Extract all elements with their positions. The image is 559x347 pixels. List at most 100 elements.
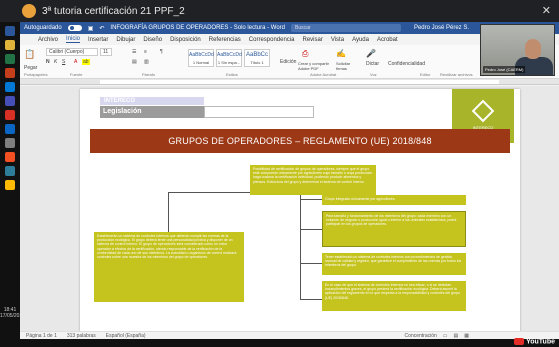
meeting-app-icon — [22, 4, 36, 18]
edge-icon[interactable] — [5, 124, 15, 134]
tab-vista[interactable]: Vista — [331, 37, 344, 43]
close-icon[interactable]: ✕ — [542, 4, 551, 17]
font-size-select[interactable]: 11 — [100, 48, 112, 56]
style-preview: AaBbCc — [245, 52, 268, 58]
group-label: Adobe Acrobat — [310, 72, 337, 77]
font-name-select[interactable]: Calibri (Cuerpo) — [46, 48, 98, 56]
control-system-box: Establecerán un sistema de controles int… — [94, 232, 244, 302]
language-status[interactable]: Español (España) — [106, 333, 146, 339]
word-title-bar: Autoguardado ▣ ↶ INFOGRAFÍA GRUPOS DE OP… — [20, 22, 559, 34]
numbering-button[interactable]: ≡ — [144, 49, 147, 55]
paste-icon[interactable]: 📋 — [24, 49, 35, 60]
tab-ayuda[interactable]: Ayuda — [352, 37, 369, 43]
ruler-track — [100, 80, 499, 84]
clock-date: 17/05/2021 — [0, 313, 26, 319]
align-left-button[interactable]: ▤ — [132, 59, 137, 65]
presenter-name: Pedro José (CAERM) — [483, 66, 526, 73]
tab-inicio[interactable]: Inicio — [66, 36, 81, 43]
print-layout-icon[interactable]: ▤ — [454, 333, 459, 339]
app-icon[interactable] — [5, 152, 15, 162]
group-label: Fuente — [70, 72, 83, 77]
tab-correspondencia[interactable]: Correspondencia — [249, 37, 295, 43]
autosave-toggle[interactable] — [67, 25, 82, 31]
connector-line — [300, 263, 322, 264]
ribbon-tabs: Archivo Inicio Insertar Dibujar Diseño D… — [20, 34, 559, 45]
group-label: Párrafo — [142, 72, 156, 77]
document-page[interactable]: INTERECO Legislación INTERECO GRUPOS DE … — [80, 89, 520, 331]
group-label: Reutilizar archivos — [440, 72, 473, 77]
outlook-icon[interactable] — [5, 82, 15, 92]
requirement-box: Tener establecido un sistema de controle… — [322, 253, 466, 275]
dictate-button[interactable]: Dictar — [366, 61, 379, 67]
bullets-button[interactable]: ☰ — [132, 49, 136, 55]
user-name[interactable]: Pedro José Pérez S. — [414, 25, 469, 31]
youtube-icon — [514, 337, 525, 345]
settings-icon[interactable] — [5, 138, 15, 148]
tab-referencias[interactable]: Referencias — [209, 37, 241, 43]
bold-button[interactable]: N — [46, 59, 50, 65]
search-input[interactable]: Buscar — [291, 24, 402, 32]
document-area[interactable]: INTERECO Legislación INTERECO GRUPOS DE … — [20, 86, 559, 331]
font-color-button[interactable]: A — [74, 59, 77, 65]
sort-button[interactable]: ¶ — [160, 49, 163, 55]
presenter-head — [525, 39, 541, 59]
style-sin-espaciado[interactable]: AaBbCcDd 1 Sin espa... — [216, 49, 242, 67]
undo-icon[interactable]: ↶ — [99, 25, 104, 32]
save-icon[interactable]: ▣ — [88, 25, 94, 32]
section-heading-box — [204, 106, 314, 118]
tab-insertar[interactable]: Insertar — [88, 37, 108, 43]
read-mode-icon[interactable]: ▭ — [443, 333, 448, 339]
pdf-icon: ⎙ — [302, 49, 309, 58]
tab-disposicion[interactable]: Disposición — [170, 37, 201, 43]
logo-mark-icon — [471, 99, 495, 123]
underline-button[interactable]: S — [62, 59, 65, 65]
ribbon: 📋 Pegar Calibri (Cuerpo) 11 N K S A ab ☰… — [20, 45, 559, 79]
doc-title: INFOGRAFÍA GRUPOS DE OPERADORES - Solo l… — [110, 25, 286, 31]
autosave-label: Autoguardado — [24, 25, 62, 31]
tab-diseno[interactable]: Diseño — [143, 37, 162, 43]
ruler[interactable] — [20, 79, 559, 85]
edit-button[interactable]: Edición — [280, 59, 296, 65]
connector-line — [300, 263, 301, 299]
group-label: Estilos — [226, 72, 238, 77]
group-label: Portapapeles — [24, 72, 48, 77]
paste-button[interactable]: Pegar — [24, 65, 37, 71]
app-icon[interactable] — [5, 180, 15, 190]
sensitivity-button[interactable]: Confidencialidad — [388, 61, 425, 67]
section-heading: Legislación — [100, 106, 204, 118]
youtube-watermark: YouTube — [514, 337, 555, 345]
align-center-button[interactable]: ▥ — [144, 59, 149, 65]
youtube-label: YouTube — [526, 338, 555, 345]
highlight-button[interactable]: ab — [82, 59, 90, 65]
italic-button[interactable]: K — [54, 59, 57, 65]
style-titulo-1[interactable]: AaBbCc Título 1 — [244, 49, 270, 67]
connector-line — [300, 199, 322, 200]
teams-icon[interactable] — [5, 96, 15, 106]
request-signatures-button[interactable]: Solicitar firmas — [336, 61, 360, 71]
tab-dibujar[interactable]: Dibujar — [116, 37, 135, 43]
powerpoint-icon[interactable] — [5, 68, 15, 78]
folder-icon[interactable] — [5, 40, 15, 50]
word-count[interactable]: 313 palabras — [67, 333, 96, 339]
infographic-title: GRUPOS DE OPERADORES – REGLAMENTO (UE) 2… — [90, 129, 510, 153]
connector-line — [300, 229, 322, 230]
create-pdf-button[interactable]: Crear y compartir Adobe PDF — [298, 61, 334, 71]
web-layout-icon[interactable]: ▦ — [464, 333, 469, 339]
tab-acrobat[interactable]: Acrobat — [377, 37, 398, 43]
chrome-icon[interactable] — [5, 110, 15, 120]
certification-box: Posibilidad de certificación de grupos d… — [250, 165, 376, 195]
taskbar: 18:41 17/05/2021 — [0, 22, 26, 347]
taskbar-clock[interactable]: 18:41 17/05/2021 — [0, 307, 26, 319]
app-icon[interactable] — [5, 166, 15, 176]
group-label: Editor — [420, 72, 431, 77]
tab-revisar[interactable]: Revisar — [302, 37, 322, 43]
word-icon[interactable] — [5, 26, 15, 36]
focus-button[interactable]: Concentración — [405, 333, 437, 339]
requirement-box: Grupo integrado únicamente por agriculto… — [322, 195, 466, 205]
excel-icon[interactable] — [5, 54, 15, 64]
page-count[interactable]: Página 1 de 1 — [26, 333, 57, 339]
style-normal[interactable]: AaBbCcDd 1 Normal — [188, 49, 214, 67]
tab-archivo[interactable]: Archivo — [38, 37, 58, 43]
requirement-box: Para tamaño y funcionamiento de los miem… — [322, 211, 466, 247]
bottom-strip — [0, 339, 559, 347]
